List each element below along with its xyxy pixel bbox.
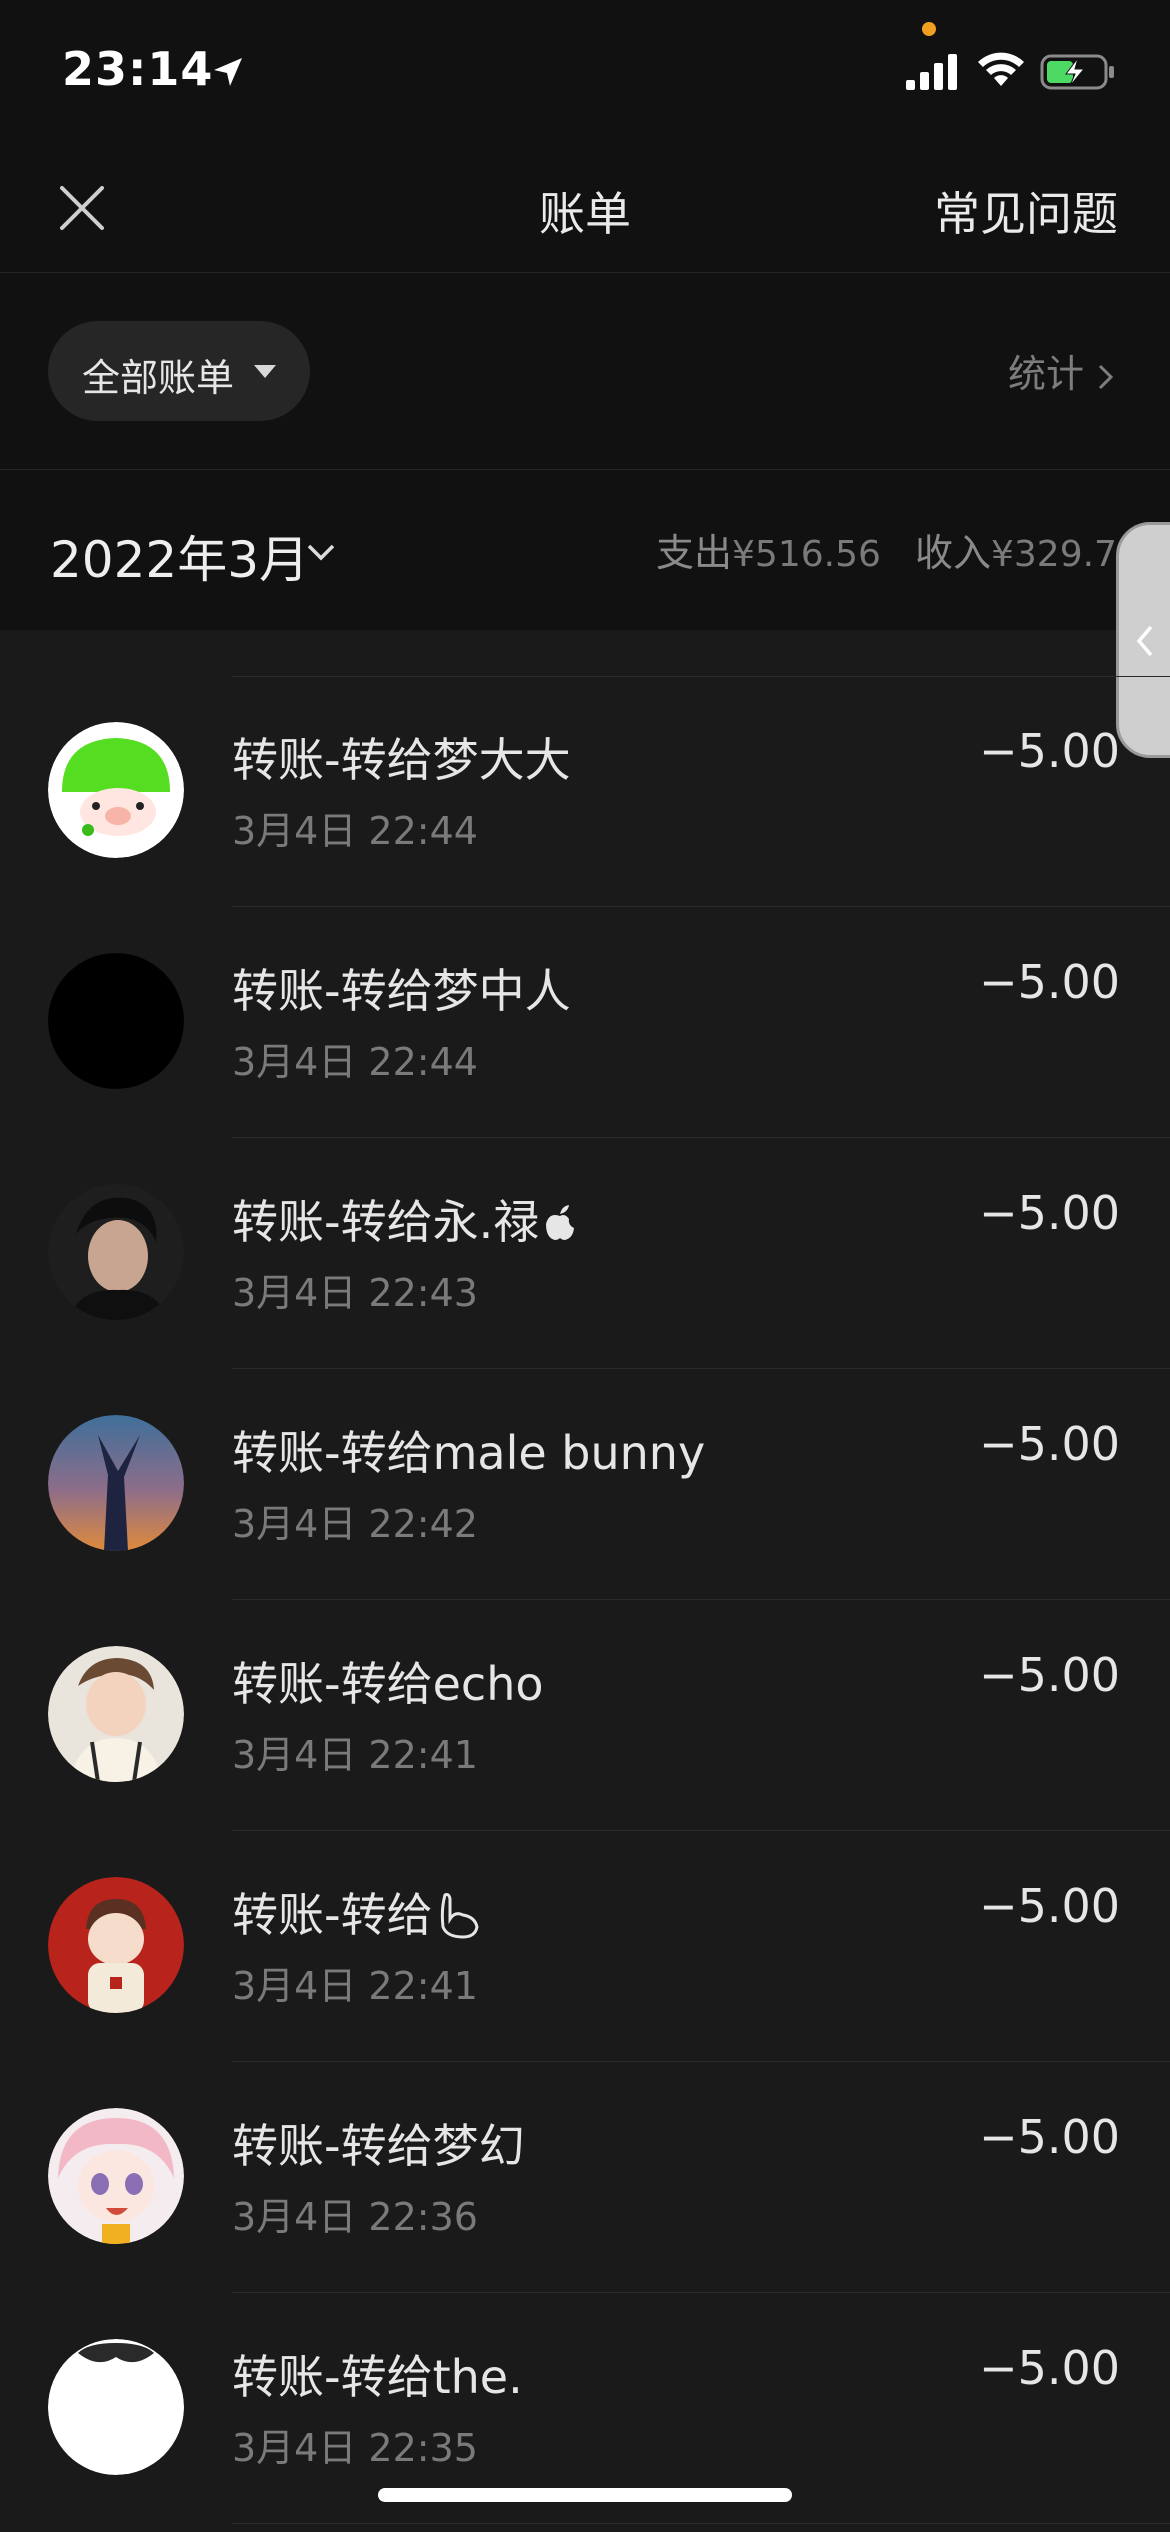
transaction-date: 3月4日 22:41 [232, 1964, 478, 2008]
cellular-signal-icon [906, 54, 957, 90]
avatar [48, 722, 184, 858]
transaction-date: 3月4日 22:36 [232, 2195, 478, 2239]
stats-label: 统计 [1007, 352, 1084, 396]
transaction-title-text: 转账-转给 [232, 1888, 433, 1942]
avatar [48, 1415, 184, 1551]
transaction-amount: −5.00 [979, 1879, 1120, 1933]
transaction-date: 3月4日 22:44 [232, 809, 478, 853]
transaction-title: 转账-转给梦中人 [232, 964, 571, 1018]
transaction-date: 3月4日 22:35 [232, 2426, 478, 2470]
transaction-row[interactable]: 转账-转给echo 3月4日 22:41 −5.00 [0, 1600, 1170, 1831]
transaction-amount: −5.00 [979, 955, 1120, 1009]
privacy-indicator-dot [922, 22, 936, 36]
avatar [48, 953, 184, 1089]
expense-label: 支出 [656, 531, 733, 575]
chevron-down-icon[interactable] [304, 540, 338, 564]
status-time: 23:14 [62, 42, 214, 96]
avatar [48, 1184, 184, 1320]
chevron-left-icon [1136, 625, 1153, 657]
transaction-amount: −5.00 [979, 1648, 1120, 1702]
bill-screen: 23:14 账单 常见问题 全部账单 统计 2022年3月 支出¥516.56 … [0, 0, 1170, 2532]
transaction-title: 转账-转给梦大大 [232, 733, 571, 787]
transaction-amount: −5.00 [979, 724, 1120, 778]
transaction-row[interactable]: 转账-转给永.禄 3月4日 22:43 −5.00 [0, 1138, 1170, 1369]
stats-link[interactable]: 统计 [1008, 343, 1116, 398]
location-arrow-icon [214, 58, 242, 86]
month-header: 2022年3月 支出¥516.56 收入¥329.78 [0, 470, 1170, 630]
transaction-date: 3月4日 22:44 [232, 1040, 478, 1084]
month-summary: 支出¥516.56 收入¥329.78 [656, 522, 1140, 577]
transaction-row[interactable]: 转账-转给 3月4日 22:41 −5.00 [0, 1831, 1170, 2062]
transaction-date: 3月4日 22:41 [232, 1733, 478, 1777]
transaction-row[interactable]: 转账-转给male bunny 3月4日 22:42 −5.00 [0, 1369, 1170, 1600]
transaction-amount: −5.00 [979, 1186, 1120, 1240]
filter-bar: 全部账单 统计 [0, 273, 1170, 470]
apple-logo-icon [546, 1205, 575, 1240]
wifi-icon [978, 52, 1024, 86]
faq-link[interactable]: 常见问题 [934, 178, 1118, 244]
transaction-amount: −5.00 [979, 1417, 1120, 1471]
transaction-amount: −5.00 [979, 2341, 1120, 2395]
avatar [48, 2108, 184, 2244]
transaction-title: 转账-转给梦幻 [232, 2119, 525, 2173]
hand-emoji-icon [440, 1893, 479, 1939]
transaction-date: 3月4日 22:43 [232, 1271, 478, 1315]
transaction-row[interactable]: 转账-转给梦幻 3月4日 22:36 −5.00 [0, 2062, 1170, 2293]
transaction-title: 转账-转给 [232, 1879, 483, 1945]
transaction-title: 转账-转给male bunny [232, 1426, 706, 1480]
chevron-right-icon [1098, 364, 1114, 389]
status-bar: 23:14 [0, 0, 1170, 140]
transaction-row[interactable]: 转账-转给梦大大 3月4日 22:44 −5.00 [0, 676, 1170, 907]
bill-filter-dropdown[interactable]: 全部账单 [48, 321, 310, 421]
transaction-date: 3月4日 22:42 [232, 1502, 478, 1546]
avatar [48, 2339, 184, 2475]
avatar [48, 1646, 184, 1782]
income-label: 收入 [914, 531, 991, 575]
home-indicator[interactable] [378, 2488, 792, 2502]
filter-label: 全部账单 [82, 356, 235, 400]
battery-charging-icon [1040, 54, 1114, 90]
transaction-title: 转账-转给the. [232, 2350, 523, 2404]
divider [232, 2523, 1170, 2524]
caret-down-icon [254, 365, 276, 378]
month-selector[interactable]: 2022年3月 [50, 520, 309, 592]
transaction-title-text: 转账-转给永.禄 [232, 1195, 540, 1249]
transaction-row[interactable]: 转账-转给梦中人 3月4日 22:44 −5.00 [0, 907, 1170, 1138]
transaction-title: 转账-转给echo [232, 1657, 544, 1711]
avatar [48, 1877, 184, 2013]
transaction-amount: −5.00 [979, 2110, 1120, 2164]
nav-bar: 账单 常见问题 [0, 140, 1170, 273]
transaction-title: 转账-转给永.禄 [232, 1186, 577, 1252]
expense-amount: ¥516.56 [732, 534, 881, 575]
